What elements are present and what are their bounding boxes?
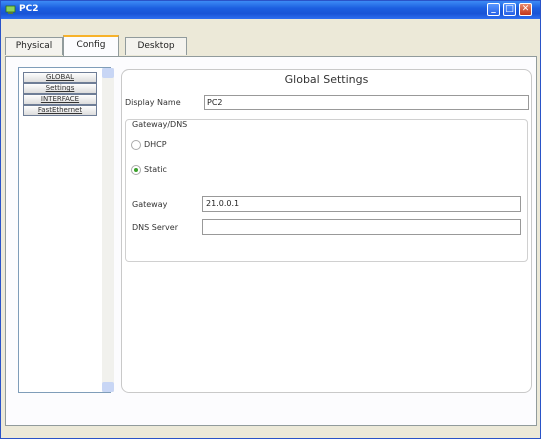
- maximize-button[interactable]: □: [503, 3, 516, 16]
- settings-list: GLOBAL Settings INTERFACE FastEthernet: [18, 67, 111, 393]
- sidebar-item-settings[interactable]: Settings: [23, 83, 97, 94]
- gateway-dns-label: Gateway/DNS: [132, 120, 188, 129]
- maximize-icon: □: [505, 4, 514, 14]
- title-bar[interactable]: PC2 _ □ ✕: [1, 1, 540, 19]
- display-name-label: Display Name: [125, 98, 181, 107]
- dns-server-label: DNS Server: [132, 223, 178, 232]
- tab-desktop[interactable]: Desktop: [125, 37, 187, 55]
- gateway-dns-group: [125, 119, 528, 262]
- gateway-input[interactable]: 21.0.0.1: [202, 196, 521, 212]
- sidebar-item-fastethernet[interactable]: FastEthernet: [23, 105, 97, 116]
- minimize-button[interactable]: _: [487, 3, 500, 16]
- dhcp-radio[interactable]: [131, 140, 141, 150]
- tab-config[interactable]: Config: [63, 35, 119, 56]
- close-button[interactable]: ✕: [519, 3, 532, 16]
- sidebar-item-interface[interactable]: INTERFACE: [23, 94, 97, 105]
- scroll-up-icon[interactable]: [102, 68, 114, 78]
- page-title: Global Settings: [284, 73, 369, 86]
- settings-list-scrollbar[interactable]: [102, 68, 114, 392]
- minimize-icon: _: [491, 4, 496, 14]
- tab-physical[interactable]: Physical: [5, 37, 63, 55]
- window-title: PC2: [19, 4, 39, 14]
- pc-app-icon: [5, 5, 16, 14]
- static-radio[interactable]: [131, 165, 141, 175]
- scroll-down-icon[interactable]: [102, 382, 114, 392]
- dhcp-label[interactable]: DHCP: [144, 140, 167, 149]
- app-window: PC2 _ □ ✕ Physical Config Desktop GLOBAL…: [0, 0, 541, 439]
- sidebar-item-global[interactable]: GLOBAL: [23, 72, 97, 83]
- static-label[interactable]: Static: [144, 165, 167, 174]
- close-icon: ✕: [521, 4, 530, 14]
- gateway-label: Gateway: [132, 200, 168, 209]
- dns-server-input[interactable]: [202, 219, 521, 235]
- display-name-input[interactable]: PC2: [204, 95, 529, 110]
